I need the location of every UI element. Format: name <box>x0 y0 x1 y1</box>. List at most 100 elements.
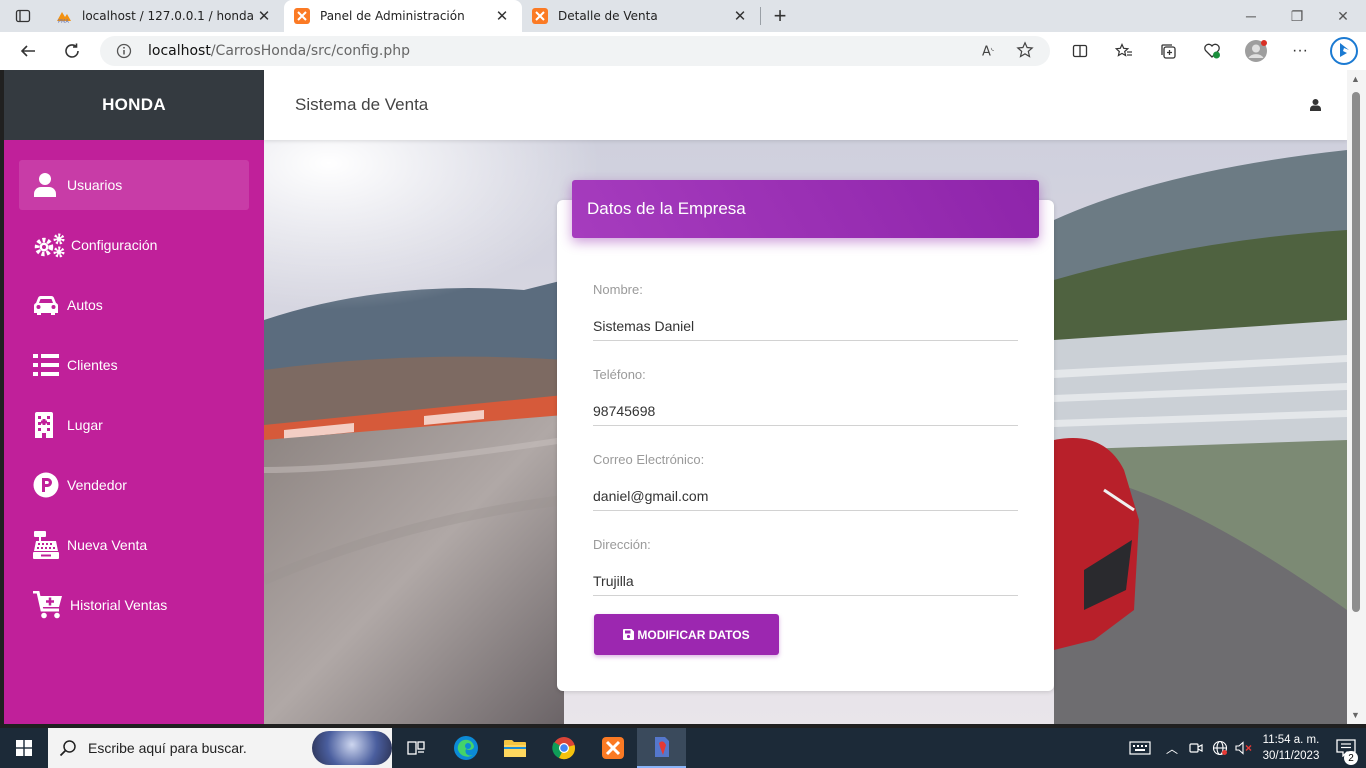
sidebar-item-label: Usuarios <box>67 177 123 193</box>
start-button[interactable] <box>0 728 48 768</box>
nombre-field-group: Nombre: Sistemas Daniel <box>593 282 1018 341</box>
more-options-icon[interactable]: ··· <box>1278 32 1322 70</box>
restore-icon[interactable]: ❐ <box>1274 0 1320 32</box>
taskbar-app-active[interactable] <box>637 728 686 768</box>
scroll-up-icon[interactable]: ▲ <box>1351 74 1360 84</box>
nombre-input[interactable]: Sistemas Daniel <box>593 311 1018 341</box>
search-icon <box>48 739 88 757</box>
sidebar-item-lugar[interactable]: Lugar <box>19 400 249 450</box>
folder-icon <box>503 740 526 757</box>
scrollbar-thumb[interactable] <box>1352 92 1360 612</box>
meet-now-icon[interactable] <box>1184 742 1208 754</box>
correo-input[interactable]: daniel@gmail.com <box>593 481 1018 511</box>
sidebar-item-autos[interactable]: Autos <box>19 280 249 330</box>
taskbar-edge[interactable] <box>441 728 490 768</box>
reload-button[interactable] <box>50 32 94 70</box>
building-icon <box>33 412 63 438</box>
sidebar-item-nueva-venta[interactable]: Nueva Venta <box>19 520 249 570</box>
notification-count-badge: 2 <box>1344 751 1358 765</box>
windows-taskbar: Escribe aquí para buscar. ︿ 11:54 a. m. … <box>0 728 1366 768</box>
back-button[interactable] <box>6 32 50 70</box>
read-aloud-icon[interactable]: A◟ <box>982 43 994 59</box>
touch-keyboard-icon[interactable] <box>1120 741 1160 755</box>
info-icon[interactable] <box>100 43 148 59</box>
favorites-icon[interactable] <box>1102 32 1146 70</box>
sidebar-item-historial-ventas[interactable]: Historial Ventas <box>19 580 249 630</box>
taskbar-file-explorer[interactable] <box>490 728 539 768</box>
cogs-icon <box>33 232 67 258</box>
user-icon <box>33 172 63 198</box>
collections-icon[interactable] <box>1146 32 1190 70</box>
sidebar-item-label: Historial Ventas <box>70 597 168 613</box>
telefono-field-group: Teléfono: 98745698 <box>593 367 1018 426</box>
clock-time: 11:54 a. m. <box>1262 734 1320 746</box>
tab-title: localhost / 127.0.0.1 / honda | ph <box>82 9 254 23</box>
phpmyadmin-favicon-icon: PMA <box>57 12 71 24</box>
sidebar-item-configuracion[interactable]: Configuración <box>19 220 249 270</box>
close-window-icon[interactable]: ✕ <box>1320 0 1366 32</box>
telefono-input[interactable]: 98745698 <box>593 396 1018 426</box>
sidebar-item-label: Configuración <box>71 237 158 253</box>
scroll-down-icon[interactable]: ▼ <box>1351 710 1360 720</box>
close-tab-icon[interactable]: ✕ <box>730 7 750 25</box>
bing-copilot-icon[interactable] <box>1322 32 1366 70</box>
nombre-label: Nombre: <box>593 282 643 297</box>
search-highlight-image <box>312 731 392 765</box>
car-icon <box>33 294 63 316</box>
chevron-up-icon[interactable]: ︿ <box>1160 740 1184 757</box>
url-host: localhost <box>148 43 211 59</box>
user-menu-icon[interactable] <box>1310 96 1321 116</box>
sidebar-item-usuarios[interactable]: Usuarios <box>19 160 249 210</box>
sidebar-item-label: Clientes <box>67 357 118 373</box>
toolbar-right: ··· <box>1058 32 1366 70</box>
tab-detalle-venta[interactable]: Detalle de Venta ✕ <box>522 0 760 32</box>
sidebar-item-clientes[interactable]: Clientes <box>19 340 249 390</box>
network-globe-icon[interactable] <box>1208 740 1232 756</box>
xampp-favicon-icon <box>532 8 548 24</box>
browser-toolbar: localhost/CarrosHonda/src/config.php A◟ … <box>0 32 1366 70</box>
direccion-input[interactable]: Trujilla <box>593 566 1018 596</box>
card-header: Datos de la Empresa <box>572 180 1039 238</box>
sidebar-item-vendedor[interactable]: Vendedor <box>19 460 249 510</box>
new-tab-button[interactable]: + <box>761 0 799 32</box>
reload-icon <box>65 43 79 58</box>
split-screen-icon[interactable] <box>1058 32 1102 70</box>
profile-avatar[interactable] <box>1234 32 1278 70</box>
modificar-datos-label: MODIFICAR DATOS <box>637 627 750 642</box>
xampp-favicon-icon <box>294 8 310 24</box>
taskbar-clock[interactable]: 11:54 a. m. 30/11/2023 <box>1256 732 1326 764</box>
task-view-icon <box>406 741 425 755</box>
notifications-button[interactable]: 2 <box>1326 739 1366 765</box>
performance-heart-icon[interactable] <box>1190 32 1234 70</box>
page-scrollbar[interactable]: ▲ ▼ <box>1347 70 1366 724</box>
close-tab-icon[interactable]: ✕ <box>254 7 274 25</box>
direccion-label: Dirección: <box>593 537 651 552</box>
arrow-left-icon <box>20 45 35 57</box>
company-data-card: Datos de la Empresa Nombre: Sistemas Dan… <box>557 180 1054 691</box>
tab-title: Panel de Administración <box>320 9 465 23</box>
taskbar-chrome[interactable] <box>539 728 588 768</box>
parking-icon <box>33 472 63 498</box>
url-path: /CarrosHonda/src/config.php <box>210 43 410 59</box>
card-title: Datos de la Empresa <box>587 199 746 218</box>
brand-logo[interactable]: HONDA <box>4 70 264 140</box>
tab-phpmyadmin[interactable]: PMA localhost / 127.0.0.1 / honda | ph ✕ <box>46 0 284 32</box>
tab-panel-administracion[interactable]: Panel de Administración ✕ <box>284 0 522 32</box>
address-bar[interactable]: localhost/CarrosHonda/src/config.php A◟ <box>100 36 1050 66</box>
list-icon <box>33 354 63 376</box>
task-view-button[interactable] <box>392 728 441 768</box>
page-title: Sistema de Venta <box>295 95 429 114</box>
minimize-icon[interactable]: ─ <box>1228 0 1274 32</box>
app-icon <box>654 737 669 757</box>
favorite-star-icon[interactable] <box>1016 41 1034 63</box>
tab-actions-icon <box>15 9 31 23</box>
volume-muted-icon[interactable] <box>1232 741 1256 755</box>
tab-actions-button[interactable] <box>0 0 46 32</box>
sidebar: HONDA Usuarios Configuración Autos Clien… <box>4 70 264 724</box>
taskbar-search-box[interactable]: Escribe aquí para buscar. <box>48 728 392 768</box>
window-controls: ─ ❐ ✕ <box>1228 0 1366 32</box>
close-tab-icon[interactable]: ✕ <box>492 7 512 25</box>
taskbar-xampp[interactable] <box>588 728 637 768</box>
save-icon <box>623 629 635 640</box>
modificar-datos-button[interactable]: MODIFICAR DATOS <box>594 614 779 655</box>
